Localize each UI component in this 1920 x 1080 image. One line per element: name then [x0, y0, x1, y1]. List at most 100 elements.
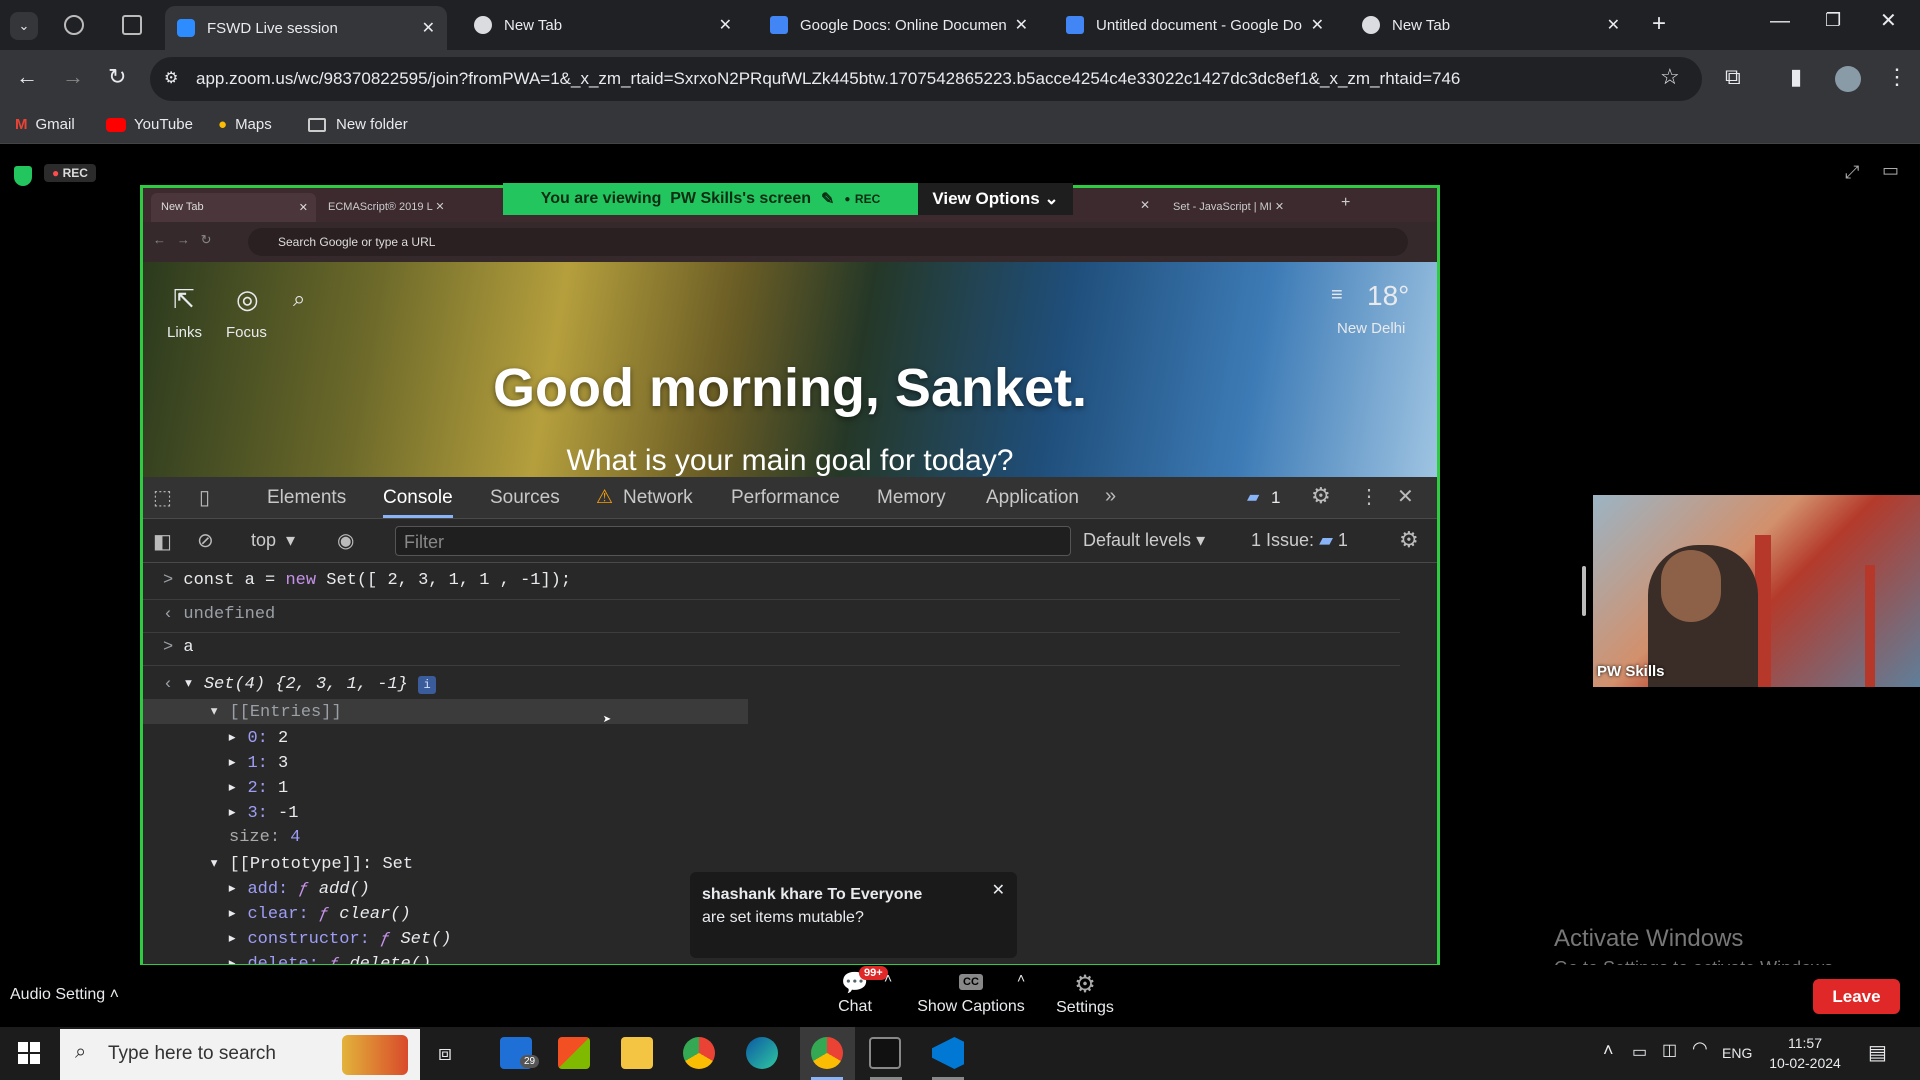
chat-message: are set items mutable?: [702, 909, 864, 926]
shared-new-tab-icon: +: [1341, 194, 1351, 211]
new-tab-button[interactable]: +: [1652, 10, 1666, 38]
terminal-icon[interactable]: [869, 1037, 901, 1069]
close-tab-icon[interactable]: ✕: [1311, 15, 1324, 35]
method-item: ▸ add: ƒ add(): [227, 880, 370, 899]
shared-tab-title: Set - JavaScript | MI: [1173, 201, 1272, 213]
task-view-icon[interactable]: ⧈: [438, 1040, 452, 1066]
participant-video[interactable]: PW Skills: [1593, 495, 1920, 687]
forward-icon[interactable]: →: [62, 64, 84, 90]
captions-label: Show Captions: [917, 998, 1025, 1015]
wifi-icon[interactable]: ◠: [1692, 1038, 1708, 1059]
result-arrow-icon: ‹: [163, 675, 184, 694]
chevron-up-icon: ˄: [109, 986, 119, 1003]
devtools-tab-sources: Sources: [490, 487, 560, 508]
folder-icon: [308, 117, 326, 132]
pinned-tab-notion[interactable]: [122, 15, 142, 35]
entry-item: ▸ 0: 2: [227, 729, 289, 748]
tab-new-tab-2[interactable]: New Tab ✕: [1350, 7, 1632, 43]
fullscreen-icon[interactable]: ⤢: [1845, 162, 1859, 183]
close-tab-icon[interactable]: ✕: [422, 18, 435, 38]
recording-indicator[interactable]: ● REC: [44, 164, 96, 182]
chrome-icon[interactable]: [683, 1037, 715, 1069]
devtools-close-icon: ✕: [1397, 486, 1414, 508]
goal-question: What is your main goal for today?: [566, 444, 1014, 477]
site-info-icon[interactable]: ⚙: [164, 68, 178, 88]
shared-tab-title: New Tab: [161, 201, 204, 213]
weather-icon: ≡: [1331, 284, 1343, 306]
expand-triangle-icon: ▾: [209, 703, 230, 722]
notification-center-icon[interactable]: ▤: [1868, 1040, 1887, 1065]
language-indicator[interactable]: ENG: [1722, 1045, 1752, 1061]
tab-untitled-document[interactable]: Untitled document - Google Do ✕: [1054, 7, 1336, 43]
chat-button[interactable]: 💬 Chat 99+: [820, 966, 890, 1026]
start-windows-icon[interactable]: [18, 1042, 40, 1064]
address-bar[interactable]: ⚙ app.zoom.us/wc/98370822595/join?fromPW…: [150, 57, 1702, 101]
close-tab-icon[interactable]: ✕: [1015, 15, 1028, 35]
profile-avatar[interactable]: [1835, 66, 1861, 92]
tab-google-docs[interactable]: Google Docs: Online Document ✕: [758, 7, 1040, 43]
view-options-button[interactable]: View Options ⌄: [918, 183, 1073, 215]
bookmark-new-folder[interactable]: New folder: [308, 116, 408, 133]
devtools-menu-icon: ⋮: [1359, 486, 1379, 508]
webcam-icon[interactable]: ◫: [1662, 1040, 1677, 1060]
chat-options-chevron[interactable]: ˄: [884, 970, 892, 986]
screen-options-icon[interactable]: ▭: [1882, 160, 1899, 181]
settings-button[interactable]: ⚙ Settings: [1053, 970, 1117, 1017]
close-notification-icon[interactable]: ✕: [992, 880, 1005, 900]
edge-icon[interactable]: [746, 1037, 778, 1069]
back-icon[interactable]: ←: [16, 64, 38, 90]
extensions-icon[interactable]: ⧉: [1725, 64, 1741, 90]
bookmark-maps[interactable]: ● Maps: [218, 116, 272, 133]
bookmark-gmail[interactable]: M Gmail: [15, 116, 75, 133]
rec-dot-icon: ●: [844, 193, 851, 205]
reload-icon[interactable]: ↻: [108, 64, 126, 90]
security-shield-icon[interactable]: [14, 166, 32, 186]
view-options-label: View Options: [932, 189, 1040, 208]
bookmark-youtube[interactable]: YouTube: [106, 116, 193, 133]
mail-app-icon[interactable]: 29: [500, 1037, 540, 1069]
entry-key: 0: [247, 729, 258, 748]
result-arrow-icon: ‹: [163, 605, 184, 624]
tab-search-button[interactable]: ⌄: [10, 12, 38, 40]
clear-console-icon: ⊘: [197, 530, 214, 552]
entry-key: 3: [247, 804, 258, 823]
file-explorer-icon[interactable]: [621, 1037, 653, 1069]
chat-notification[interactable]: shashank khare To Everyone are set items…: [690, 872, 1017, 958]
collapse-triangle-icon: ▸: [227, 729, 248, 748]
clock[interactable]: 11:57 10-02-2024: [1760, 1033, 1850, 1073]
shared-tab-set-js: Set - JavaScript | MI ✕: [1173, 201, 1285, 213]
side-panel-icon[interactable]: ▮: [1790, 64, 1802, 90]
microsoft-store-icon[interactable]: [558, 1037, 590, 1069]
issues-indicator: 1 Issue: ▰ 1: [1251, 530, 1348, 551]
code-text: Set([ 2, 3, 1, 1 , -1]);: [316, 571, 572, 590]
close-tab-icon[interactable]: ✕: [719, 15, 732, 35]
close-tab-icon[interactable]: ✕: [1607, 15, 1620, 35]
bookmark-label: Gmail: [35, 116, 75, 133]
captions-options-chevron[interactable]: ˄: [1017, 970, 1025, 986]
restore-button[interactable]: ❐: [1825, 10, 1841, 31]
leave-button[interactable]: Leave: [1813, 979, 1900, 1014]
console-divider: [143, 665, 1400, 666]
show-captions-button[interactable]: CC Show Captions: [916, 972, 1026, 1016]
shared-tab-ecmascript: ECMAScript® 2019 L ✕: [328, 201, 445, 213]
audio-setting-button[interactable]: Audio Setting ˄: [10, 986, 119, 1004]
pinned-tab-chatgpt[interactable]: [64, 15, 84, 35]
mail-badge: 29: [520, 1055, 540, 1068]
search-icon: ⌕: [75, 1041, 87, 1063]
bookmark-star-icon[interactable]: ☆: [1660, 64, 1680, 90]
expand-triangle-icon: ▾: [209, 855, 230, 874]
focus-label: Focus: [226, 324, 267, 341]
video-resize-handle[interactable]: [1582, 566, 1586, 616]
taskbar-search-box[interactable]: ⌕ Type here to search: [60, 1029, 420, 1080]
collapse-triangle-icon: ▸: [227, 880, 248, 899]
battery-icon[interactable]: ▭: [1632, 1042, 1647, 1062]
minimize-button[interactable]: —: [1770, 10, 1790, 33]
chrome-active-icon[interactable]: [811, 1037, 843, 1069]
prompt-chevron-icon: >: [163, 571, 184, 590]
close-window-button[interactable]: ✕: [1880, 8, 1897, 33]
tab-fswd-live-session[interactable]: FSWD Live session ✕: [165, 6, 447, 50]
captions-icon: CC: [959, 974, 983, 990]
menu-icon[interactable]: ⋮: [1886, 64, 1908, 90]
show-hidden-icons-chevron[interactable]: ˄: [1603, 1040, 1614, 1061]
tab-new-tab[interactable]: New Tab ✕: [462, 7, 744, 43]
